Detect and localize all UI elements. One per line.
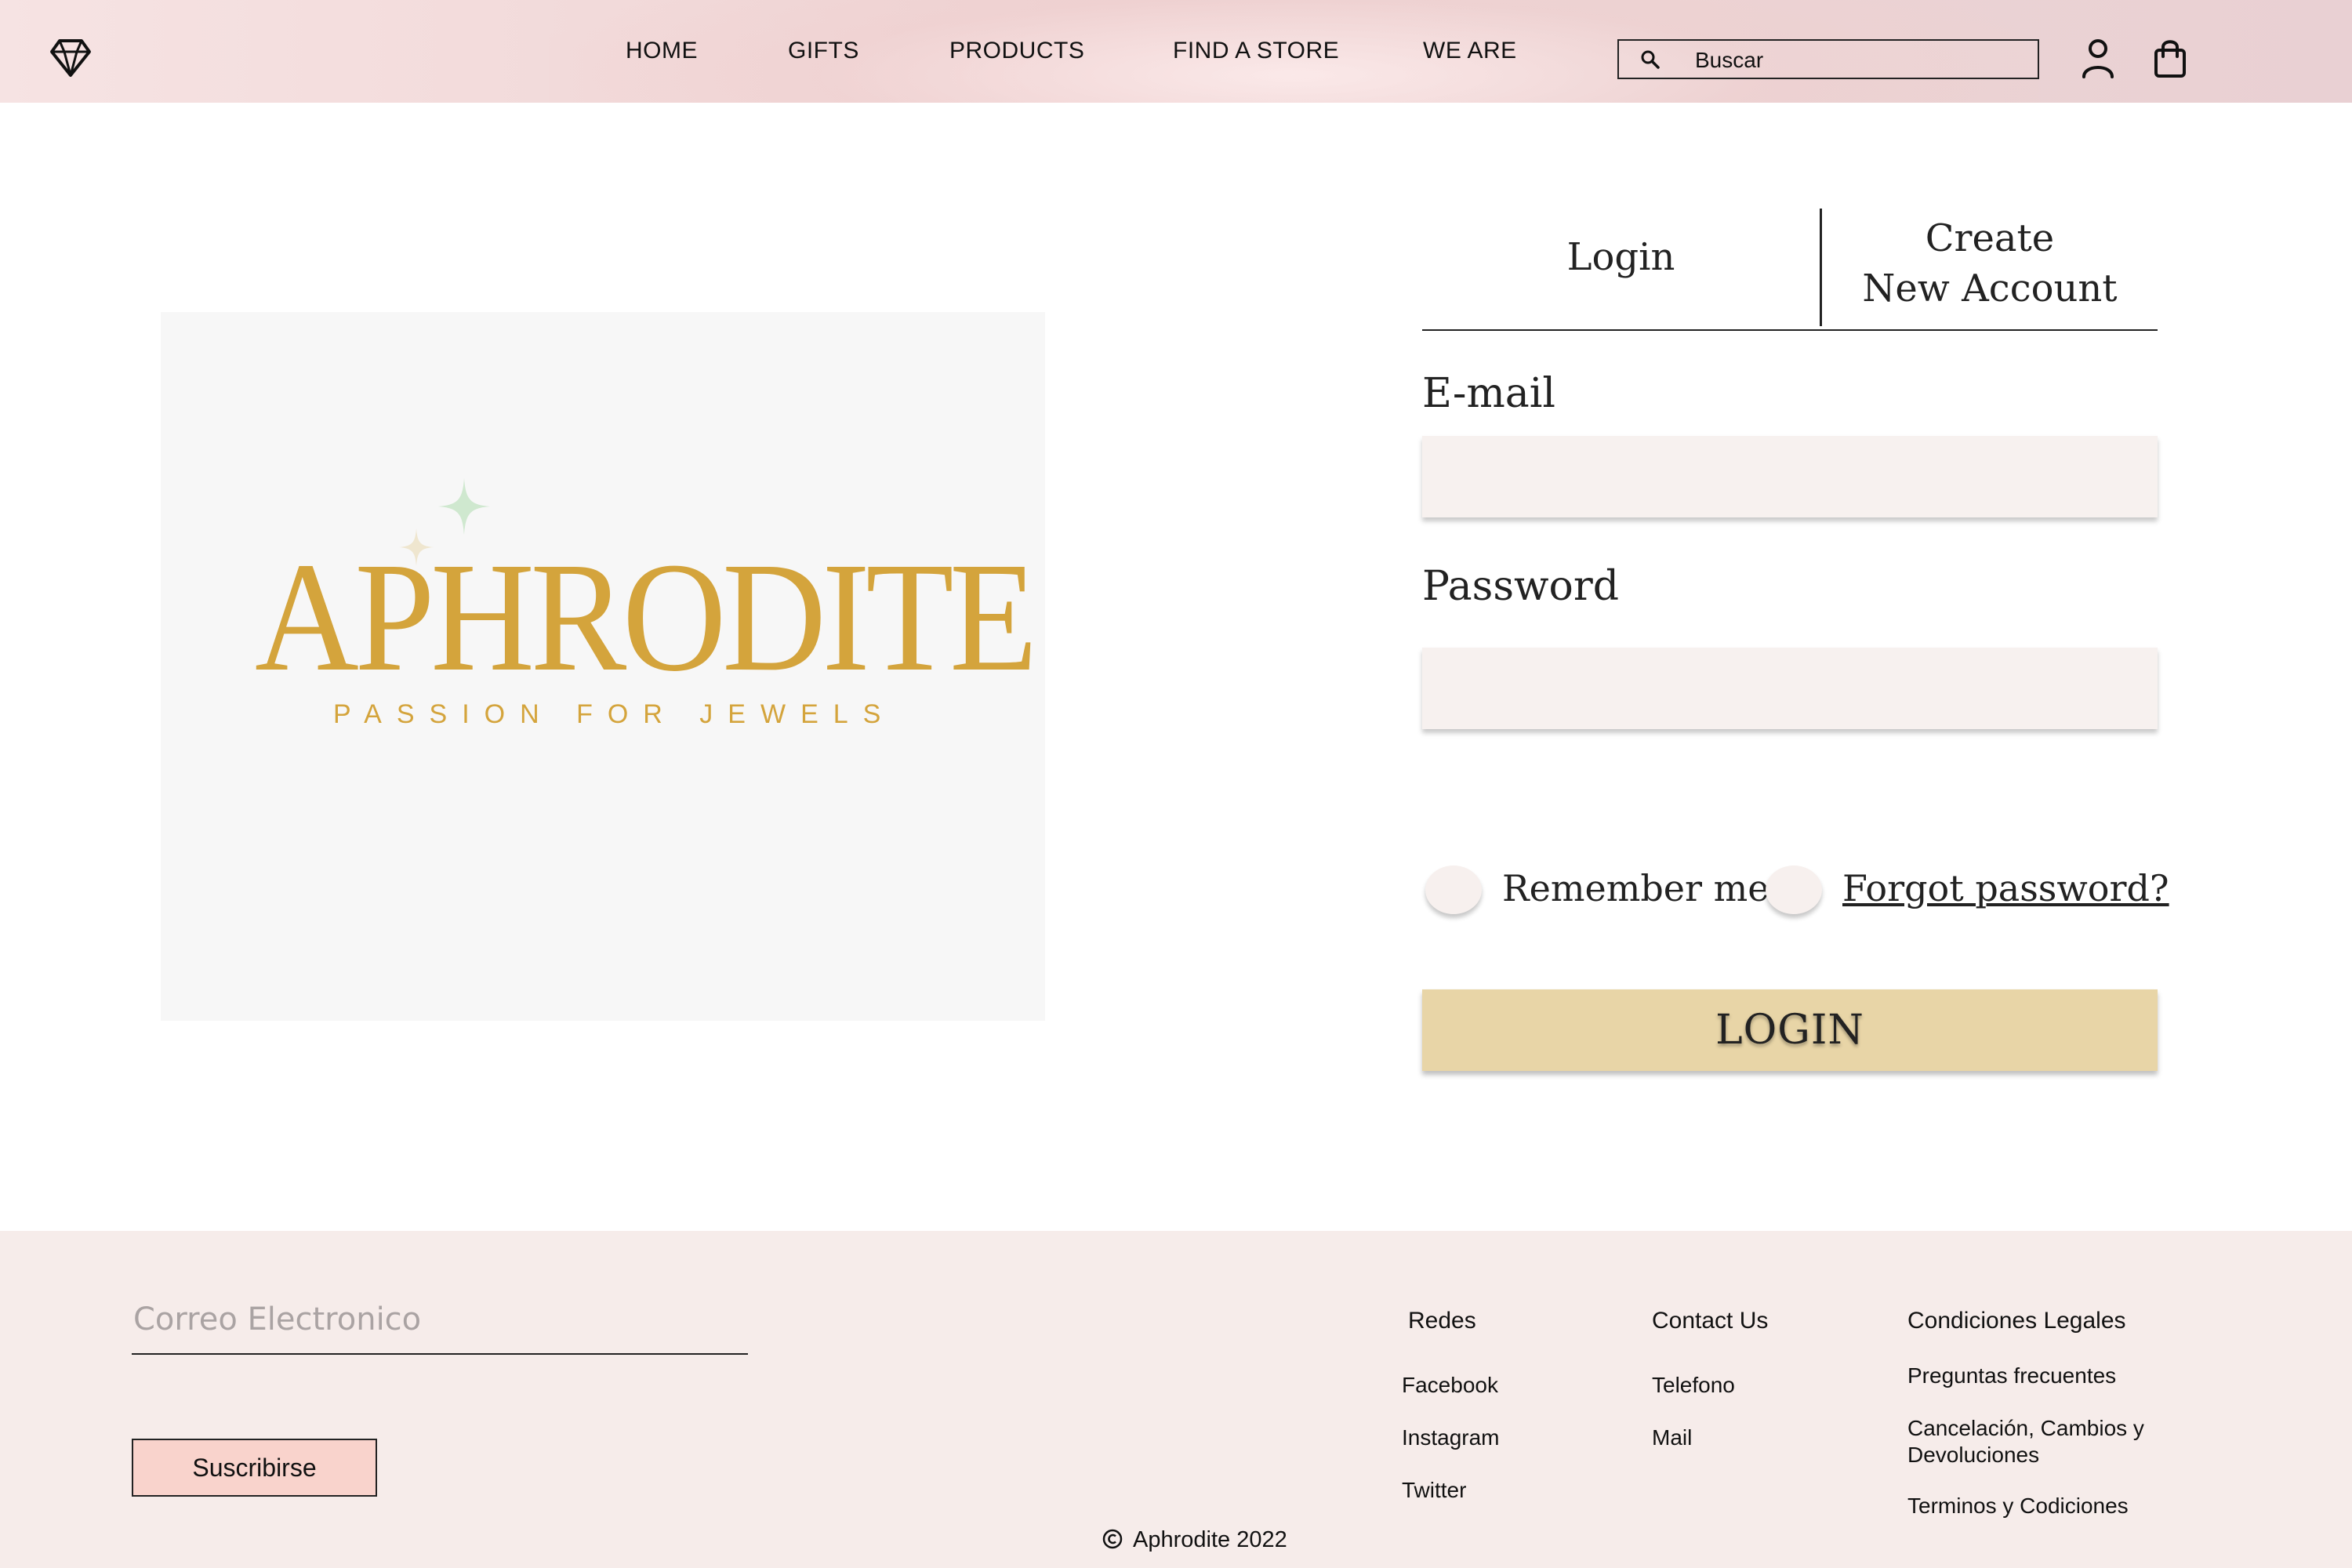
tab-create-line-2: New Account [1862,267,2118,310]
remember-me-radio[interactable] [1425,866,1482,914]
diamond-icon[interactable] [49,36,93,80]
nav-find-a-store[interactable]: FIND A STORE [1173,38,1339,64]
nav-gifts[interactable]: GIFTS [788,38,859,64]
forgot-password-radio[interactable] [1766,866,1822,914]
email-label: E-mail [1422,370,1556,417]
tab-create-account[interactable]: Create New Account [1822,213,2158,314]
footer-link-terms[interactable]: Terminos y Codiciones [1907,1493,2129,1519]
password-field[interactable] [1422,648,2158,729]
footer-link-instagram[interactable]: Instagram [1402,1425,1500,1451]
footer-link-facebook[interactable]: Facebook [1402,1372,1498,1399]
search-input[interactable] [1693,45,2026,75]
copyright-text: Aphrodite 2022 [1133,1527,1287,1552]
email-field[interactable] [1422,436,2158,517]
brand-logo-wordmark: APHRODITE [255,531,1037,704]
search-box[interactable] [1617,39,2039,79]
tab-create-line-1: Create [1925,216,2055,260]
remember-me-label: Remember me [1502,867,1769,909]
nav-home[interactable]: HOME [626,38,698,64]
sparkle-icon [438,478,490,535]
footer-link-twitter[interactable]: Twitter [1402,1477,1466,1504]
copyright-icon [1102,1529,1123,1549]
footer-link-mail[interactable]: Mail [1652,1425,1692,1451]
password-label: Password [1422,563,1619,610]
copyright: Aphrodite 2022 [1102,1527,1287,1553]
footer-link-telefono[interactable]: Telefono [1652,1372,1735,1399]
nav-we-are[interactable]: WE ARE [1423,38,1517,64]
brand-logo-panel: APHRODITE PASSION FOR JEWELS [161,312,1045,1021]
shopping-bag-icon[interactable] [2153,38,2187,78]
forgot-password-link[interactable]: Forgot password? [1842,867,2169,909]
search-icon [1641,50,1660,69]
top-navigation-bar: HOME GIFTS PRODUCTS FIND A STORE WE ARE [0,0,2352,103]
login-button[interactable]: LOGIN [1422,989,2158,1071]
footer-link-faq[interactable]: Preguntas frecuentes [1907,1363,2116,1389]
footer-heading-legal: Condiciones Legales [1907,1308,2126,1334]
auth-tabs: Login Create New Account [1422,205,2158,331]
brand-tagline: PASSION FOR JEWELS [333,699,896,729]
subscribe-button[interactable]: Suscribirse [132,1439,377,1497]
newsletter-email-input[interactable] [132,1286,748,1355]
tab-login[interactable]: Login [1422,235,1820,279]
nav-products[interactable]: PRODUCTS [949,38,1084,64]
footer: Suscribirse Redes Facebook Instagram Twi… [0,1231,2352,1568]
user-icon[interactable] [2081,38,2115,78]
footer-heading-contact: Contact Us [1652,1308,1769,1334]
footer-link-returns[interactable]: Cancelación, Cambios y Devoluciones [1907,1415,2198,1468]
footer-heading-redes: Redes [1408,1308,1476,1334]
